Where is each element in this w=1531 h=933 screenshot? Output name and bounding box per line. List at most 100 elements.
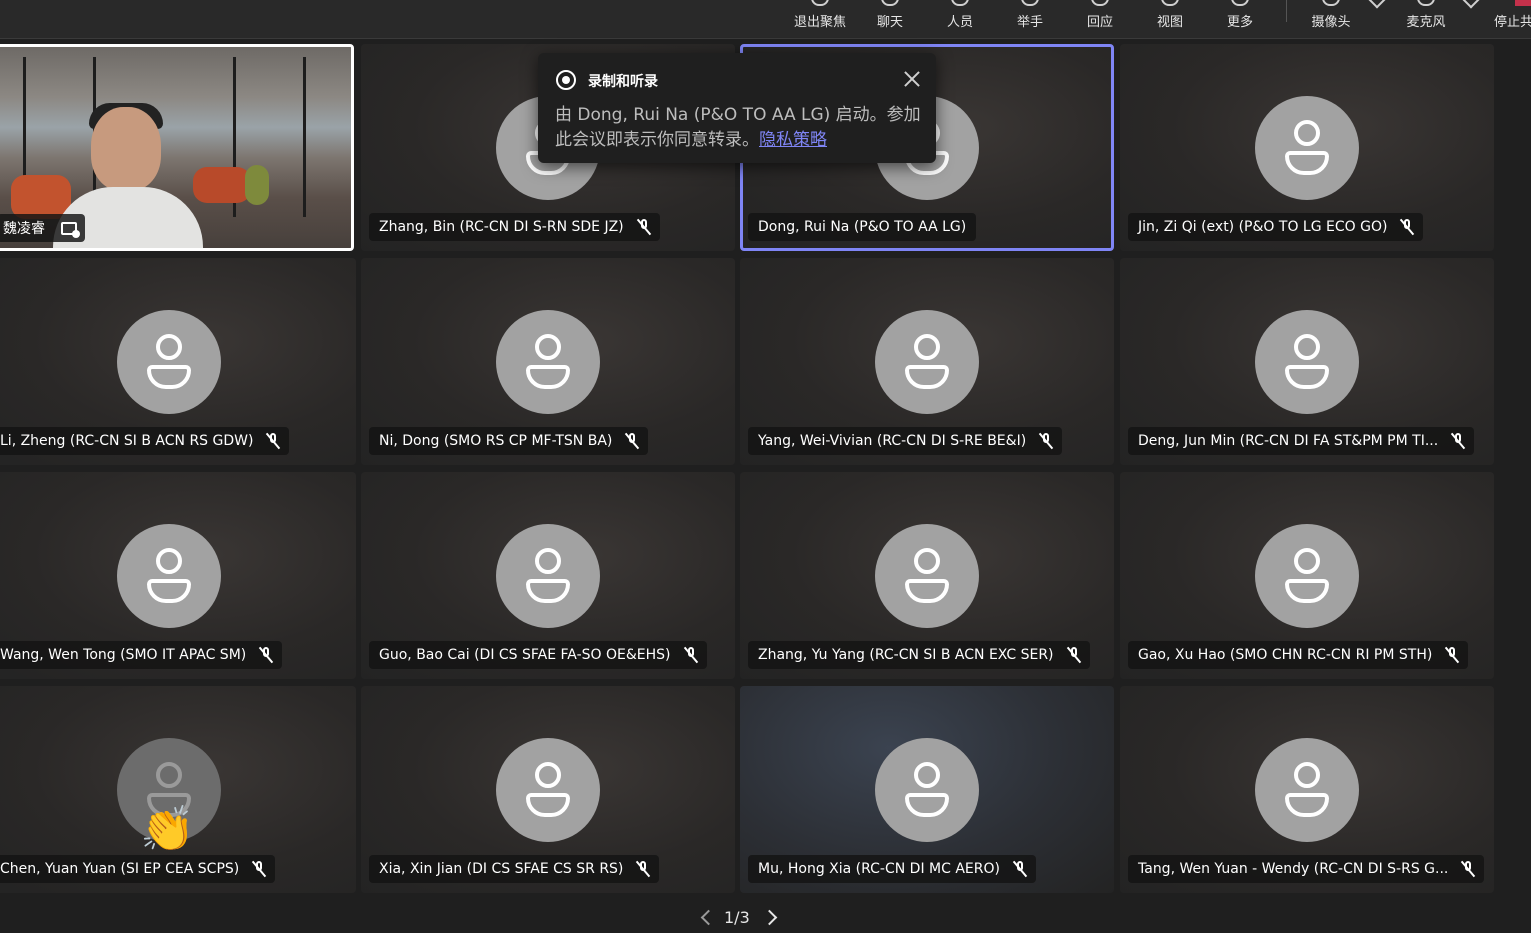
mic-muted-icon xyxy=(626,433,638,449)
participant-nameplate: Mu, Hong Xia (RC-CN DI MC AERO) xyxy=(748,855,1036,883)
mic-muted-icon xyxy=(1462,861,1474,877)
participant-name: Dong, Rui Na (P&O TO AA LG) xyxy=(758,219,967,235)
participant-nameplate: Deng, Jun Min (RC-CN DI FA ST&PM PM TI..… xyxy=(1128,427,1475,455)
camera-button[interactable]: 摄像头 xyxy=(1302,0,1360,38)
participant-tile[interactable]: Li, Zheng (RC-CN SI B ACN RS GDW) xyxy=(0,258,356,465)
avatar-icon xyxy=(1255,95,1359,200)
stop-share-icon xyxy=(1515,0,1531,6)
participant-tile[interactable]: Tang, Wen Yuan - Wendy (RC-CN DI S-RS G.… xyxy=(1120,686,1494,893)
camera-options-chevron-icon[interactable] xyxy=(1368,0,1386,9)
self-video-tile[interactable]: 魏凌睿 xyxy=(0,44,354,251)
exit-focus-label: 退出聚焦 xyxy=(793,15,846,30)
participant-tile[interactable]: Gao, Xu Hao (SMO CHN RC-CN RI PM STH) xyxy=(1120,472,1494,679)
avatar-icon xyxy=(1255,737,1359,842)
participant-name: Gao, Xu Hao (SMO CHN RC-CN RI PM STH) xyxy=(1138,647,1433,663)
mic-muted-icon xyxy=(637,861,649,877)
avatar-icon xyxy=(875,737,979,842)
mic-muted-icon xyxy=(253,861,265,877)
participant-name: Jin, Zi Qi (ext) (P&O TO LG ECO GO) xyxy=(1138,219,1388,235)
record-icon xyxy=(556,70,576,90)
participant-tile[interactable]: Mu, Hong Xia (RC-CN DI MC AERO) xyxy=(740,686,1114,893)
participant-tile[interactable]: Xia, Xin Jian (DI CS SFAE CS SR RS) xyxy=(361,686,735,893)
participant-tile[interactable]: Deng, Jun Min (RC-CN DI FA ST&PM PM TI..… xyxy=(1120,258,1494,465)
page-indicator: 1/3 xyxy=(724,908,750,927)
participant-nameplate: Guo, Bao Cai (DI CS SFAE FA-SO OE&EHS) xyxy=(369,641,707,669)
microphone-button[interactable]: 麦克风 xyxy=(1396,0,1456,38)
microphone-label: 麦克风 xyxy=(1406,15,1446,30)
participant-tile[interactable]: Zhang, Yu Yang (RC-CN SI B ACN EXC SER) xyxy=(740,472,1114,679)
participant-name: Deng, Jun Min (RC-CN DI FA ST&PM PM TI..… xyxy=(1138,433,1439,449)
participant-tile[interactable]: Chen, Yuan Yuan (SI EP CEA SCPS) xyxy=(0,686,356,893)
people-button[interactable]: 人员 xyxy=(936,0,984,38)
raise-hand-icon xyxy=(1021,0,1039,6)
raise-hand-button[interactable]: 举手 xyxy=(1006,0,1054,38)
participant-name: Mu, Hong Xia (RC-CN DI MC AERO) xyxy=(758,861,1000,877)
view-label: 视图 xyxy=(1156,15,1183,30)
react-icon xyxy=(1091,0,1109,6)
exit-focus-icon xyxy=(811,0,829,6)
avatar-icon xyxy=(1255,309,1359,414)
camera-label: 摄像头 xyxy=(1311,15,1351,30)
avatar-icon xyxy=(496,309,600,414)
mic-muted-icon xyxy=(638,219,650,235)
avatar-icon xyxy=(117,523,221,628)
participant-nameplate: Gao, Xu Hao (SMO CHN RC-CN RI PM STH) xyxy=(1128,641,1469,669)
clap-reaction-icon: 👏 xyxy=(140,804,195,855)
avatar-icon xyxy=(496,737,600,842)
participant-nameplate: Jin, Zi Qi (ext) (P&O TO LG ECO GO) xyxy=(1128,213,1424,241)
view-icon xyxy=(1161,0,1179,6)
microphone-options-chevron-icon[interactable] xyxy=(1462,0,1480,9)
screen-share-icon xyxy=(61,221,80,238)
participant-tile[interactable]: Jin, Zi Qi (ext) (P&O TO LG ECO GO) xyxy=(1120,44,1494,251)
participant-nameplate: Xia, Xin Jian (DI CS SFAE CS SR RS) xyxy=(369,855,660,883)
participant-nameplate: Tang, Wen Yuan - Wendy (RC-CN DI S-RS G.… xyxy=(1128,855,1485,883)
privacy-policy-link[interactable]: 隐私策略 xyxy=(759,130,827,150)
chat-button[interactable]: 聊天 xyxy=(866,0,914,38)
participant-tile[interactable]: Yang, Wei-Vivian (RC-CN DI S-RE BE&I) xyxy=(740,258,1114,465)
participant-tile[interactable]: Guo, Bao Cai (DI CS SFAE FA-SO OE&EHS) xyxy=(361,472,735,679)
participant-name: Yang, Wei-Vivian (RC-CN DI S-RE BE&I) xyxy=(758,433,1027,449)
more-button[interactable]: 更多 xyxy=(1216,0,1264,38)
exit-focus-button[interactable]: 退出聚焦 xyxy=(790,0,850,38)
participant-name: Xia, Xin Jian (DI CS SFAE CS SR RS) xyxy=(379,861,624,877)
mic-muted-icon xyxy=(267,433,279,449)
participant-tile[interactable]: Ni, Dong (SMO RS CP MF-TSN BA) xyxy=(361,258,735,465)
recording-message: 由 Dong, Rui Na (P&O TO AA LG) 启动。参加此会议即表… xyxy=(555,103,925,153)
participant-name: Wang, Wen Tong (SMO IT APAC SM) xyxy=(0,647,247,663)
recording-title: 录制和听录 xyxy=(588,74,658,90)
mic-muted-icon xyxy=(1401,219,1413,235)
participant-name: Zhang, Yu Yang (RC-CN SI B ACN EXC SER) xyxy=(758,647,1054,663)
avatar-icon xyxy=(875,309,979,414)
recording-body-text: 由 Dong, Rui Na (P&O TO AA LG) 启动。参加此会议即表… xyxy=(555,105,921,150)
participant-nameplate: Ni, Dong (SMO RS CP MF-TSN BA) xyxy=(369,427,649,455)
raise-hand-label: 举手 xyxy=(1016,15,1043,30)
participant-tile[interactable]: Wang, Wen Tong (SMO IT APAC SM) xyxy=(0,472,356,679)
participant-name: Tang, Wen Yuan - Wendy (RC-CN DI S-RS G.… xyxy=(1138,861,1449,877)
camera-icon xyxy=(1322,0,1340,6)
self-name: 魏凌睿 xyxy=(3,221,45,237)
react-label: 回应 xyxy=(1086,15,1113,30)
participant-name: Zhang, Bin (RC-CN DI S-RN SDE JZ) xyxy=(379,219,624,235)
mic-muted-icon xyxy=(1068,647,1080,663)
chat-icon xyxy=(881,0,899,6)
view-button[interactable]: 视图 xyxy=(1146,0,1194,38)
participant-nameplate: Wang, Wen Tong (SMO IT APAC SM) xyxy=(0,641,283,669)
chat-label: 聊天 xyxy=(876,15,903,30)
stop-share-label: 停止共 xyxy=(1494,15,1531,30)
mic-muted-icon xyxy=(1040,433,1052,449)
close-icon[interactable] xyxy=(902,69,922,89)
participant-nameplate: Chen, Yuan Yuan (SI EP CEA SCPS) xyxy=(0,855,276,883)
more-label: 更多 xyxy=(1226,15,1253,30)
people-label: 人员 xyxy=(946,15,973,30)
self-nameplate: 魏凌睿 xyxy=(0,214,85,242)
participant-nameplate: Zhang, Yu Yang (RC-CN SI B ACN EXC SER) xyxy=(748,641,1090,669)
avatar-icon xyxy=(1255,523,1359,628)
participant-nameplate: Yang, Wei-Vivian (RC-CN DI S-RE BE&I) xyxy=(748,427,1063,455)
participant-name: Ni, Dong (SMO RS CP MF-TSN BA) xyxy=(379,433,613,449)
chevron-right-icon[interactable] xyxy=(761,909,778,926)
participant-name: Chen, Yuan Yuan (SI EP CEA SCPS) xyxy=(0,861,240,877)
react-button[interactable]: 回应 xyxy=(1076,0,1124,38)
chevron-left-icon[interactable] xyxy=(700,909,717,926)
mic-muted-icon xyxy=(1452,433,1464,449)
avatar-icon xyxy=(875,523,979,628)
